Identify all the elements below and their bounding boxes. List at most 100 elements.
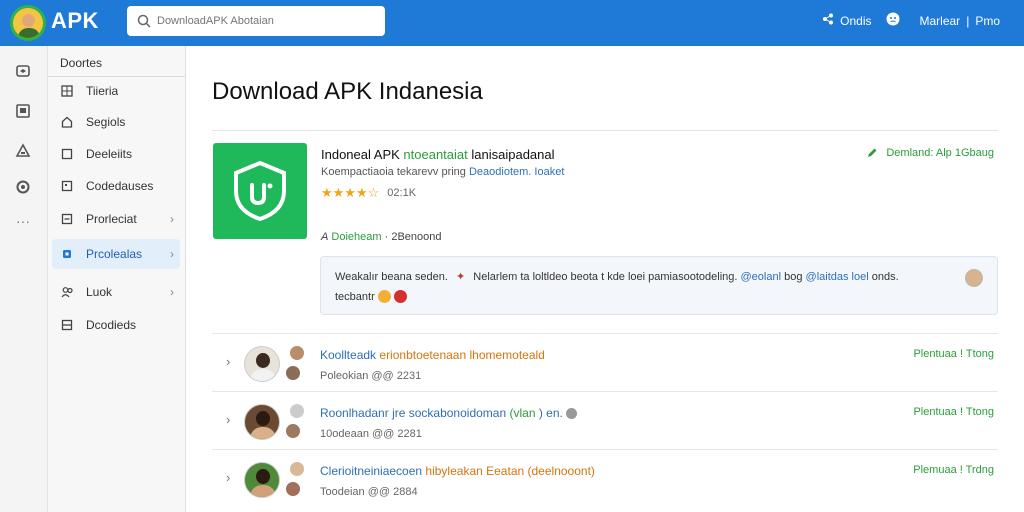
row-title-a: Roonlhadanr: [320, 406, 389, 420]
list-icon: [60, 318, 74, 332]
rating-count: 02:1K: [387, 187, 417, 199]
sidebar: Doortes Tiieria Segiols Deeleiits Codeda…: [48, 46, 186, 512]
row-title-b: erionbtoetenaan: [379, 348, 467, 362]
top-right-menu: Ondis Marlear | Pmo: [822, 12, 1000, 29]
row-title[interactable]: Roonlhadanr jre sockabonoidoman (vlan ) …: [320, 406, 578, 420]
comment-mention-1[interactable]: @eolanl: [741, 271, 782, 283]
profile-avatar[interactable]: [10, 5, 46, 41]
row-meta: Poleokian @@ 2231: [320, 370, 422, 382]
top-link-marlear[interactable]: Marlear: [920, 14, 961, 28]
sidebar-item-tiieria[interactable]: Tiieria: [52, 76, 180, 106]
avatar[interactable]: [244, 346, 280, 382]
sidebar-item-label: Segiols: [86, 115, 126, 129]
chevron-right-icon: ›: [170, 285, 174, 299]
layers-icon[interactable]: [14, 62, 32, 80]
sidebar-item-label: Prorleciat: [86, 212, 137, 226]
download-link[interactable]: Demland: Alp 1Gbaug: [866, 147, 994, 159]
row-title-c: (deelnooont): [527, 464, 595, 478]
home-icon: [60, 115, 74, 129]
sidebar-item-codedauses[interactable]: Codedauses: [52, 171, 180, 201]
chevron-right-icon[interactable]: ›: [226, 470, 230, 485]
row-title-c: (vlan: [509, 406, 536, 420]
sidebar-item-segiols[interactable]: Segiols: [52, 107, 180, 137]
app-name-main: Indoneal APK: [321, 147, 400, 162]
lock-icon: [60, 247, 74, 261]
sidebar-item-prorleciat[interactable]: Prorleciat ›: [52, 204, 180, 234]
chevron-right-icon: ›: [170, 247, 174, 261]
settings-icon[interactable]: [14, 178, 32, 196]
top-link-ondis[interactable]: Ondis: [840, 14, 871, 28]
pin-icon: ✦: [456, 271, 466, 283]
brand-logo-text[interactable]: APK: [51, 8, 99, 34]
chevron-right-icon[interactable]: ›: [226, 412, 230, 427]
row-title-a: Koollteadk: [320, 348, 377, 362]
app-subtitle-text: Koempactiaoia tekarevv pring: [321, 166, 466, 178]
comment-text-b: Nelarlem ta loltldeo beota t kde loei pa…: [473, 271, 738, 283]
app-icon[interactable]: [213, 143, 307, 239]
emoji-heart-icon: [393, 290, 407, 303]
top-separator: |: [966, 13, 970, 28]
list-item[interactable]: › Koollteadk erionbtoetenaan lhomemoteal…: [212, 333, 998, 391]
top-bar: APK Ondis Marlear | Pmo: [0, 0, 1024, 46]
row-title[interactable]: Koollteadk erionbtoetenaan lhomemoteald: [320, 348, 545, 362]
download-link-label: Demland: Alp 1Gbaug: [886, 147, 994, 159]
sidebar-item-deeleiits[interactable]: Deeleiits: [52, 139, 180, 169]
image-icon[interactable]: [14, 102, 32, 120]
sidebar-item-dcodieds[interactable]: Dcodieds: [52, 310, 180, 340]
comment-box: Weakalır beana seden. ✦ Nelarlem ta lolt…: [320, 256, 998, 315]
list-item[interactable]: › Clerioitneiniaecoen hibyleakan Eeatan …: [212, 449, 998, 507]
comment-text-line2: tecbantr: [335, 290, 375, 303]
avatar[interactable]: [244, 404, 280, 440]
app-name-rest: lanisaipadanal: [471, 147, 555, 162]
title-divider: [212, 130, 998, 131]
user-icon[interactable]: [886, 12, 900, 29]
avatar-small: [288, 344, 306, 362]
share-icon[interactable]: [822, 13, 834, 28]
sidebar-item-label: Dcodieds: [86, 318, 137, 332]
sidebar-item-label: Deeleiits: [86, 147, 133, 161]
sidebar-item-label: Luok: [86, 285, 113, 299]
row-title-a: Clerioitneiniaecoen: [320, 464, 423, 478]
avatar-small: [284, 422, 302, 440]
app-subtitle: Koempactiaoia tekarevv pring Deaodiotem.…: [321, 166, 564, 178]
app-name-tag: ntoeantaiat: [403, 147, 468, 162]
commenter-avatar[interactable]: [965, 269, 983, 287]
clock-icon: [566, 408, 578, 420]
row-title-b: hibyleakan Eeatan: [425, 464, 525, 478]
row-title-b: jre sockabonoidoman: [392, 406, 507, 420]
comment-line-2: tecbantr: [335, 290, 407, 303]
row-status[interactable]: Plentuaa ! Ttong: [913, 348, 994, 360]
row-title-d: ) en.: [538, 406, 563, 420]
row-status[interactable]: Plentuaa ! Ttong: [913, 406, 994, 418]
more-icon[interactable]: ···: [14, 212, 32, 230]
avatar-small: [288, 460, 306, 478]
search-input[interactable]: [157, 15, 377, 27]
meta-rest: · 2Benoond: [384, 231, 442, 243]
row-title[interactable]: Clerioitneiniaecoen hibyleakan Eeatan (d…: [320, 464, 595, 478]
code-icon: [60, 179, 74, 193]
sidebar-item-label: Tiieria: [86, 84, 119, 98]
pencil-icon: [868, 148, 877, 157]
app-subtitle-link[interactable]: Deaodiotem. Ioaket: [469, 166, 564, 178]
avatar[interactable]: [244, 462, 280, 498]
top-link-pmo[interactable]: Pmo: [975, 14, 1000, 28]
row-status[interactable]: Plemuaa ! Trdng: [913, 464, 994, 476]
rating: ★★★★☆ 02:1K: [321, 185, 416, 201]
warning-icon[interactable]: [14, 142, 32, 160]
sidebar-item-luok[interactable]: Luok ›: [52, 277, 180, 307]
sidebar-item-label: Prcolealas: [86, 247, 143, 261]
chevron-right-icon: ›: [170, 212, 174, 226]
avatar-small: [288, 402, 306, 420]
chevron-right-icon[interactable]: ›: [226, 354, 230, 369]
search-box[interactable]: [127, 6, 385, 36]
star-rating-icon: ★★★★☆: [321, 185, 380, 200]
icon-rail: ···: [0, 46, 48, 512]
meta-prefix: A: [321, 231, 329, 243]
meta-author[interactable]: Doieheam: [331, 231, 381, 243]
avatar-small: [284, 480, 302, 498]
comment-mention-2[interactable]: @laitdas loel: [806, 271, 869, 283]
sidebar-item-prcolealas[interactable]: Prcolealas ›: [52, 239, 180, 269]
shield-icon: [234, 160, 286, 222]
list-item[interactable]: › Roonlhadanr jre sockabonoidoman (vlan …: [212, 391, 998, 449]
grid-icon: [60, 84, 74, 98]
